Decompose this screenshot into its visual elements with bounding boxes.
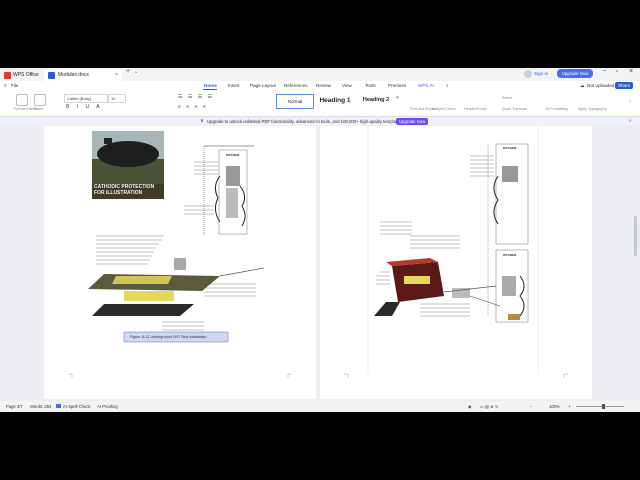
close-tab-icon[interactable]: × — [115, 69, 118, 81]
menu-references[interactable]: References — [284, 83, 308, 88]
paste-icon[interactable] — [34, 94, 46, 106]
quick-translate-label[interactable]: Quick Translate — [502, 107, 527, 111]
menu-home[interactable]: Home — [204, 83, 217, 88]
document-canvas: CATHODIC PROTECTION FOR ILLUSTRATION KIT… — [0, 126, 640, 401]
menu-view[interactable]: View — [342, 83, 352, 88]
eye-icon[interactable]: ◉ — [468, 404, 472, 409]
share-button[interactable]: Share — [615, 82, 634, 89]
app-tab-wps[interactable]: WPS Office — [4, 70, 39, 80]
upgrade-banner: ♛ Upgrade to unlock unlimited PDF functi… — [0, 117, 640, 126]
kitchen-label: KITCHEN — [226, 153, 240, 157]
document-name: Modules.docx — [58, 72, 89, 78]
menu-hamburger-icon[interactable]: ≡ — [4, 83, 7, 88]
menu-review[interactable]: Review — [316, 83, 331, 88]
crown-icon: ♛ — [200, 118, 204, 123]
styles-more-icon[interactable]: ▾ — [396, 95, 399, 101]
menu-bar: ≡ File Home Insert Page Layout Reference… — [0, 81, 640, 91]
page-indicator[interactable]: Page 3/7 — [6, 404, 23, 409]
not-uploaded-status[interactable]: Not uploaded — [587, 83, 614, 88]
ai-spell-check-label[interactable]: AI Spell Check — [432, 107, 456, 111]
spell-check-icon — [56, 404, 61, 408]
kitchen-label-bottom: KITCHEN — [503, 253, 517, 257]
menu-insert[interactable]: Insert — [228, 83, 240, 88]
page-right[interactable]: KITCHEN KITCHEN — [320, 126, 592, 399]
ribbon-collapse-icon[interactable]: ⌃ — [628, 100, 632, 106]
menu-file[interactable]: File — [11, 83, 18, 88]
zoom-out-icon[interactable]: − — [530, 404, 532, 409]
menu-wps-ai[interactable]: WPS AI — [418, 83, 434, 88]
upgrade-now-button[interactable]: Upgrade Now — [557, 69, 593, 78]
menu-premium[interactable]: Premium — [388, 83, 406, 88]
zoom-level[interactable]: 100% — [549, 404, 560, 409]
header-footer-label[interactable]: Header/Footer — [464, 107, 487, 111]
font-name-select[interactable]: Calibri (Body) — [64, 94, 108, 103]
style-heading-1[interactable]: Heading 1 — [316, 94, 354, 107]
close-banner-icon[interactable]: × — [629, 118, 632, 123]
upgrade-banner-button[interactable]: Upgrade Now — [396, 118, 429, 125]
alignment-buttons[interactable]: ≡ ≡ ≡ ≡ — [178, 104, 208, 110]
page-left[interactable]: CATHODIC PROTECTION FOR ILLUSTRATION KIT… — [44, 126, 316, 399]
wps-logo-icon — [4, 71, 11, 79]
cloud-icon: ☁ — [580, 83, 585, 88]
style-heading-2[interactable]: Heading 2 — [358, 94, 394, 107]
word-count[interactable]: Words: 293 — [30, 404, 51, 409]
app-name: WPS Office — [13, 72, 39, 78]
wps-window: WPS Office Modules.docx × + ⌄ Sign in Up… — [0, 68, 640, 412]
ai-proofing-status[interactable]: AI Proofing — [97, 404, 118, 409]
zoom-in-icon[interactable]: + — [568, 404, 570, 409]
apply-typography-label[interactable]: Apply Typography — [578, 107, 607, 111]
ai-formatting-label[interactable]: AI Formatting — [546, 107, 568, 111]
paste-label: Paste — [34, 107, 44, 111]
paragraph-buttons[interactable]: ☰ ☰ ☰ ☰ — [178, 94, 214, 100]
photo-caption: CATHODIC PROTECTION FOR ILLUSTRATION — [94, 184, 155, 196]
font-style-buttons[interactable]: B I U A — [66, 104, 103, 110]
zoom-slider[interactable] — [576, 406, 624, 407]
page-right-figure — [344, 126, 568, 378]
format-painter-icon[interactable] — [16, 94, 28, 106]
word-doc-icon — [48, 71, 55, 79]
view-mode-icons[interactable]: ▭ ▤ ⊕ ✎ — [480, 404, 498, 409]
avatar[interactable] — [524, 70, 532, 78]
minimize-icon[interactable]: – — [603, 68, 606, 74]
upgrade-banner-text: Upgrade to unlock unlimited PDF function… — [207, 119, 403, 124]
kitchen-label-top: KITCHEN — [503, 146, 517, 150]
ai-spell-check-status[interactable]: AI Spell Check — [63, 404, 90, 409]
zoom-slider-thumb[interactable] — [602, 404, 605, 409]
maximize-icon[interactable]: ▫ — [616, 69, 618, 75]
font-size-select[interactable]: 10 — [108, 94, 126, 103]
ribbon-toolbar: Format Painter Paste Calibri (Body) 10 B… — [0, 91, 640, 117]
active-tab-underline — [203, 89, 217, 90]
document-tab[interactable]: Modules.docx × — [44, 69, 122, 81]
title-bar: WPS Office Modules.docx × + ⌄ Sign in Up… — [0, 68, 640, 81]
style-normal[interactable]: Normal — [276, 94, 314, 109]
figure-caption: Figure 11.11 Underground LPG Tank Instal… — [130, 335, 207, 339]
menu-tools[interactable]: Tools — [365, 83, 376, 88]
status-bar: Page 3/7 Words: 293 AI Spell Check AI Pr… — [0, 401, 640, 412]
search-icon[interactable]: ⌕ — [446, 83, 449, 88]
close-window-icon[interactable]: × — [629, 68, 633, 75]
vertical-scrollbar[interactable] — [634, 216, 637, 256]
page-left-figure — [68, 131, 292, 378]
menu-page-layout[interactable]: Page Layout — [250, 83, 276, 88]
tab-dropdown-icon[interactable]: ⌄ — [134, 69, 138, 75]
new-tab-icon[interactable]: + — [126, 68, 130, 75]
select-label[interactable]: Select — [502, 96, 512, 100]
sign-in-link[interactable]: Sign in — [534, 71, 548, 76]
